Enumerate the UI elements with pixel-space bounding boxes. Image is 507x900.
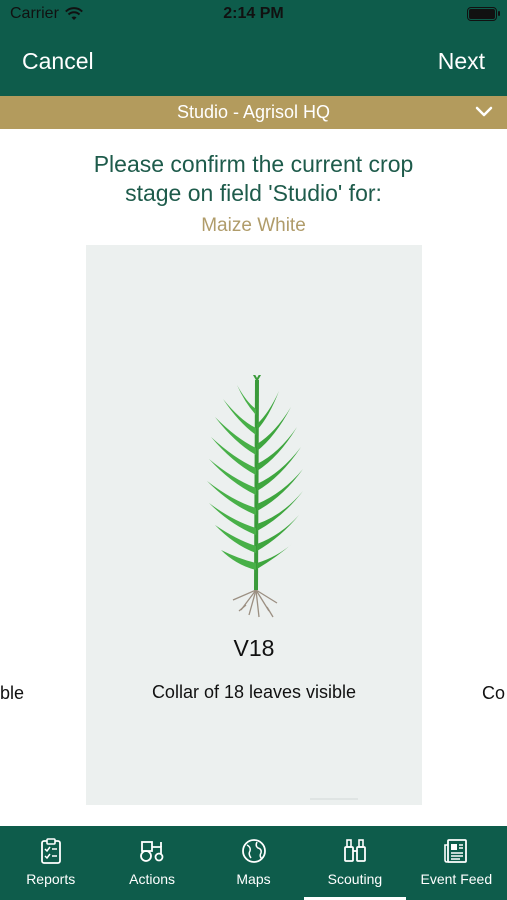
globe-icon <box>241 839 266 863</box>
tab-scouting-label: Scouting <box>327 871 383 887</box>
status-bar: Carrier 2:14 PM <box>0 0 507 28</box>
prompt-line-1: Please confirm the current crop <box>93 151 414 177</box>
maize-plant-illustration <box>207 375 303 618</box>
tab-actions[interactable]: Actions <box>101 826 202 900</box>
battery-icon <box>467 7 500 21</box>
field-selector[interactable]: Studio - Agrisol HQ <box>0 96 507 129</box>
tractor-icon <box>140 841 164 862</box>
chevron-down-icon[interactable] <box>475 105 493 119</box>
crop-stage-card[interactable]: V18 Collar of 18 leaves visible <box>86 245 422 805</box>
binoculars-icon <box>344 839 366 862</box>
navigation-bar: Cancel Next <box>0 28 507 96</box>
tab-scouting[interactable]: Scouting <box>304 826 407 900</box>
scroll-indicator <box>310 798 358 800</box>
tab-bar: Reports Actions Maps Scouting Event Feed <box>0 826 507 900</box>
field-selector-label: Studio - Agrisol HQ <box>176 102 331 122</box>
cancel-button[interactable]: Cancel <box>22 48 94 75</box>
tab-event-feed-label: Event Feed <box>420 871 493 887</box>
clipboard-icon <box>40 838 61 864</box>
next-button[interactable]: Next <box>438 48 485 75</box>
prompt-line-2: stage on field 'Studio' for: <box>125 180 382 206</box>
status-time: 2:14 PM <box>223 5 284 22</box>
next-stage-fragment[interactable]: Co <box>482 683 505 704</box>
tab-maps-label: Maps <box>236 871 271 887</box>
newspaper-icon <box>444 839 468 863</box>
crop-name: Maize White <box>201 215 306 236</box>
tab-reports[interactable]: Reports <box>0 826 101 900</box>
tab-actions-label: Actions <box>129 871 176 887</box>
confirm-prompt: Please confirm the current crop stage on… <box>40 150 467 208</box>
stage-description: Collar of 18 leaves visible <box>151 682 357 702</box>
previous-stage-fragment[interactable]: ble <box>0 683 24 704</box>
tab-maps[interactable]: Maps <box>203 826 304 900</box>
stage-code: V18 <box>233 635 275 661</box>
tab-reports-label: Reports <box>26 871 76 887</box>
tab-event-feed[interactable]: Event Feed <box>406 826 507 900</box>
